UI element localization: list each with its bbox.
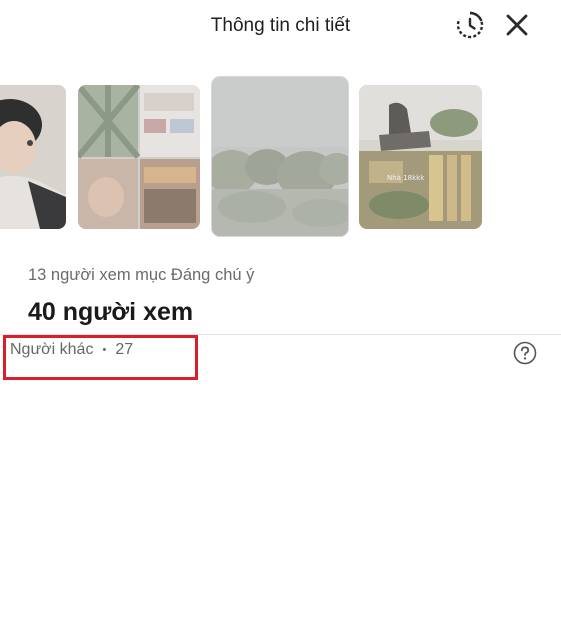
story-thumbnails-strip[interactable]: Nhà 18kkk — [0, 76, 561, 241]
total-views-count: 40 người xem — [28, 298, 194, 326]
highlight-views-count: 13 người xem mục Đáng chú ý — [28, 266, 255, 284]
close-icon[interactable] — [500, 8, 534, 42]
story-thumbnail-trees[interactable] — [212, 77, 348, 236]
story-overlay-text: Nhà 18kkk — [387, 174, 425, 182]
story-thumbnail-collage[interactable] — [78, 85, 200, 229]
header: Thông tin chi tiết — [0, 0, 561, 58]
question-circle-icon[interactable] — [512, 340, 538, 366]
history-clock-icon[interactable] — [453, 8, 487, 42]
annotation-highlight-box — [3, 335, 198, 380]
page-title: Thông tin chi tiết — [210, 15, 351, 36]
view-stats: 13 người xem mục Đáng chú ý 40 người xem — [28, 266, 254, 327]
story-thumbnail-outdoor[interactable]: Nhà 18kkk — [359, 85, 482, 229]
story-thumbnail-portrait[interactable] — [0, 85, 66, 229]
